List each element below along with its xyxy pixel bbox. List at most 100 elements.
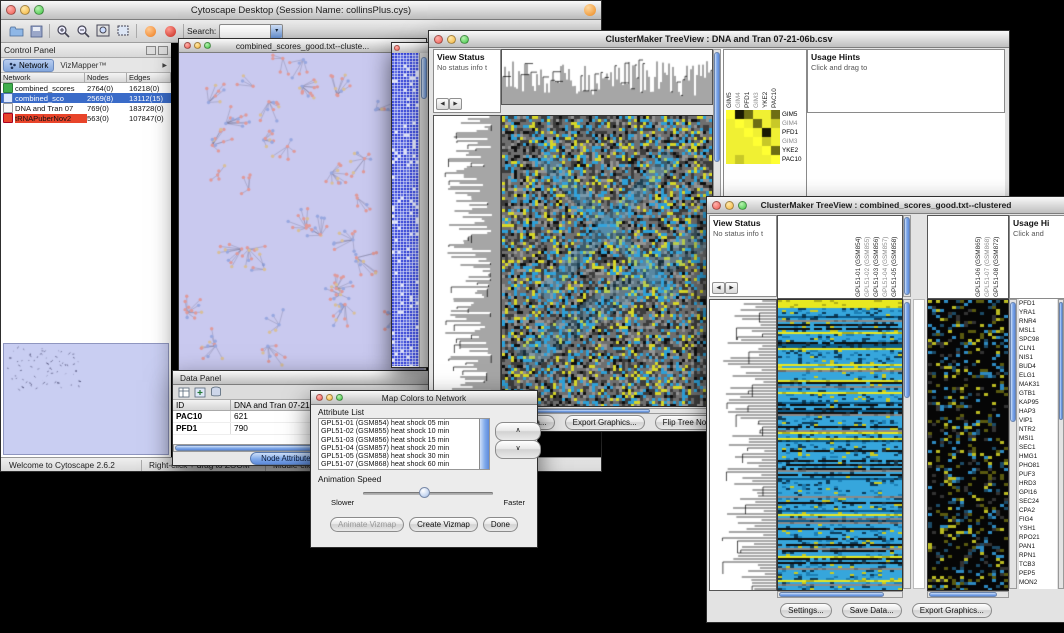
move-down-button[interactable]: ∨ [495, 440, 541, 459]
gene-label[interactable]: PHO81 [1019, 461, 1057, 470]
treeview-button[interactable]: Export Graphics... [912, 603, 992, 618]
treeview1-titlebar[interactable]: ClusterMaker TreeView : DNA and Tran 07-… [429, 31, 1009, 48]
gene-label[interactable]: VIP1 [1019, 416, 1057, 425]
treeview-button[interactable]: Save Data... [842, 603, 902, 618]
gene-label[interactable]: RNR4 [1019, 317, 1057, 326]
select-attributes-icon[interactable] [178, 387, 190, 398]
vertical-scrollbar[interactable] [903, 299, 911, 589]
gene-label[interactable]: YSH1 [1019, 524, 1057, 533]
expression-heatmap-canvas[interactable] [777, 299, 903, 591]
gene-label[interactable]: CPA2 [1019, 506, 1057, 515]
row-dendrogram-canvas[interactable] [433, 115, 501, 407]
network-overview-canvas[interactable] [3, 343, 169, 455]
create-attribute-icon[interactable] [194, 387, 206, 398]
vizmapper-button[interactable] [160, 23, 180, 40]
zoom-selected-button[interactable] [113, 23, 133, 40]
tab-network[interactable]: Network [3, 59, 54, 72]
gene-label[interactable]: NTR2 [1019, 425, 1057, 434]
heatmap-canvas[interactable] [501, 115, 713, 407]
gene-label[interactable]: SEC1 [1019, 443, 1057, 452]
gene-label[interactable]: SEC24 [1019, 497, 1057, 506]
column-dendrogram-canvas[interactable] [501, 49, 713, 105]
gene-label[interactable]: YRA1 [1019, 308, 1057, 317]
combo-arrow-icon[interactable]: ▾ [270, 25, 282, 38]
gene-label[interactable]: TCB3 [1019, 560, 1057, 569]
horizontal-scrollbar[interactable] [927, 591, 1009, 598]
network-view-canvas[interactable] [179, 53, 424, 371]
network-list-row[interactable]: combined_sco 2569(8) 13112(15) [1, 93, 171, 103]
open-session-button[interactable] [6, 23, 26, 40]
attribute-list-item[interactable]: GPL51-04 (GSM857) heat shock 20 min [319, 444, 489, 452]
gene-label[interactable]: RPO21 [1019, 533, 1057, 542]
gene-label[interactable]: MSL1 [1019, 326, 1057, 335]
close-panel-icon[interactable] [158, 46, 168, 55]
done-button[interactable]: Done [483, 517, 518, 532]
gene-label[interactable]: CLN1 [1019, 344, 1057, 353]
gene-label[interactable]: GPI16 [1019, 488, 1057, 497]
gene-label[interactable]: RPN1 [1019, 551, 1057, 560]
network-list-row[interactable]: tRNAPuberNov2 563(0) 107847(0) [1, 113, 171, 123]
gene-label[interactable]: ELG1 [1019, 371, 1057, 380]
data-panel-titlebar[interactable]: Data Panel [173, 371, 429, 385]
gene-label[interactable]: HRD3 [1019, 479, 1057, 488]
tab-vizmapper[interactable]: VizMapper™ [54, 61, 112, 70]
tab-scroll-arrow-icon[interactable]: ▶ [162, 62, 171, 69]
gene-label[interactable]: NIS1 [1019, 353, 1057, 362]
save-session-button[interactable] [26, 23, 46, 40]
treeview2-titlebar[interactable]: ClusterMaker TreeView : combined_scores_… [707, 197, 1064, 214]
gene-label[interactable]: GTB1 [1019, 389, 1057, 398]
vertical-scrollbar[interactable] [1058, 299, 1064, 589]
gene-label[interactable]: PAN1 [1019, 542, 1057, 551]
speed-slider-thumb[interactable] [419, 487, 430, 498]
treeview-button[interactable]: Export Graphics... [565, 415, 645, 430]
scroll-left-icon[interactable]: ◀ [436, 98, 449, 110]
gene-label[interactable]: SPC98 [1019, 335, 1057, 344]
close-button[interactable] [394, 45, 400, 51]
move-up-button[interactable]: ∧ [495, 422, 541, 441]
zoom-fit-button[interactable] [93, 23, 113, 40]
scroll-right-icon[interactable]: ▶ [449, 98, 462, 110]
gene-label[interactable]: PFD1 [1019, 299, 1057, 308]
gene-label[interactable]: FIG4 [1019, 515, 1057, 524]
zoom-in-button[interactable] [53, 23, 73, 40]
attribute-list-item[interactable]: GPL51-03 (GSM856) heat shock 15 min [319, 436, 489, 444]
horizontal-scrollbar[interactable] [777, 591, 903, 598]
create-vizmap-button[interactable]: Create Vizmap [409, 517, 478, 532]
treeview-button[interactable]: Settings... [780, 603, 832, 618]
search-input[interactable]: ▾ [219, 24, 283, 39]
vertical-scrollbar[interactable] [903, 215, 911, 297]
gene-label[interactable]: MON2 [1019, 578, 1057, 587]
attribute-store-icon[interactable] [210, 386, 222, 398]
gene-label[interactable]: KAP95 [1019, 398, 1057, 407]
gene-label[interactable]: HAP3 [1019, 407, 1057, 416]
network-list-row[interactable]: DNA and Tran 07 769(0) 183728(0) [1, 103, 171, 113]
float-panel-icon[interactable] [146, 46, 156, 55]
zoom-out-button[interactable] [73, 23, 93, 40]
secondary-heatmap-canvas[interactable] [927, 299, 1009, 591]
scroll-right-icon[interactable]: ▶ [725, 282, 738, 294]
gene-label[interactable]: BUD4 [1019, 362, 1057, 371]
gene-label[interactable]: PEP5 [1019, 569, 1057, 578]
gene-label[interactable]: MAK31 [1019, 380, 1057, 389]
network-view-titlebar[interactable]: combined_scores_good.txt--cluste... [179, 39, 426, 53]
gene-label[interactable]: HMG1 [1019, 452, 1057, 461]
row-dendrogram-canvas[interactable] [709, 299, 777, 591]
attribute-list-item[interactable]: GPL51-02 (GSM855) heat shock 10 min [319, 427, 489, 435]
vertical-scrollbar[interactable] [419, 53, 428, 367]
gene-label[interactable]: MSI1 [1019, 434, 1057, 443]
vertical-scrollbar[interactable] [1009, 299, 1017, 589]
list-scrollbar[interactable] [479, 419, 489, 469]
attribute-list-item[interactable]: GPL51-07 (GSM868) heat shock 60 min [319, 460, 489, 468]
network-list-row[interactable]: combined_scores 2764(0) 16218(0) [1, 83, 171, 93]
correlation-matrix-canvas[interactable] [726, 110, 780, 164]
attribute-list-item[interactable]: GPL51-05 (GSM858) heat shock 30 min [319, 452, 489, 460]
attribute-list[interactable]: GPL51-01 (GSM854) heat shock 05 minGPL51… [318, 418, 490, 470]
annotation-button[interactable] [140, 23, 160, 40]
gene-label[interactable]: PUF3 [1019, 470, 1057, 479]
main-titlebar[interactable]: Cytoscape Desktop (Session Name: collins… [1, 1, 601, 20]
animate-vizmap-button[interactable]: Animate Vizmap [330, 517, 404, 532]
dialog-titlebar[interactable]: Map Colors to Network [311, 391, 537, 405]
attribute-list-item[interactable]: GPL51-01 (GSM854) heat shock 05 min [319, 419, 489, 427]
dense-network-canvas[interactable] [392, 53, 419, 366]
scroll-left-icon[interactable]: ◀ [712, 282, 725, 294]
